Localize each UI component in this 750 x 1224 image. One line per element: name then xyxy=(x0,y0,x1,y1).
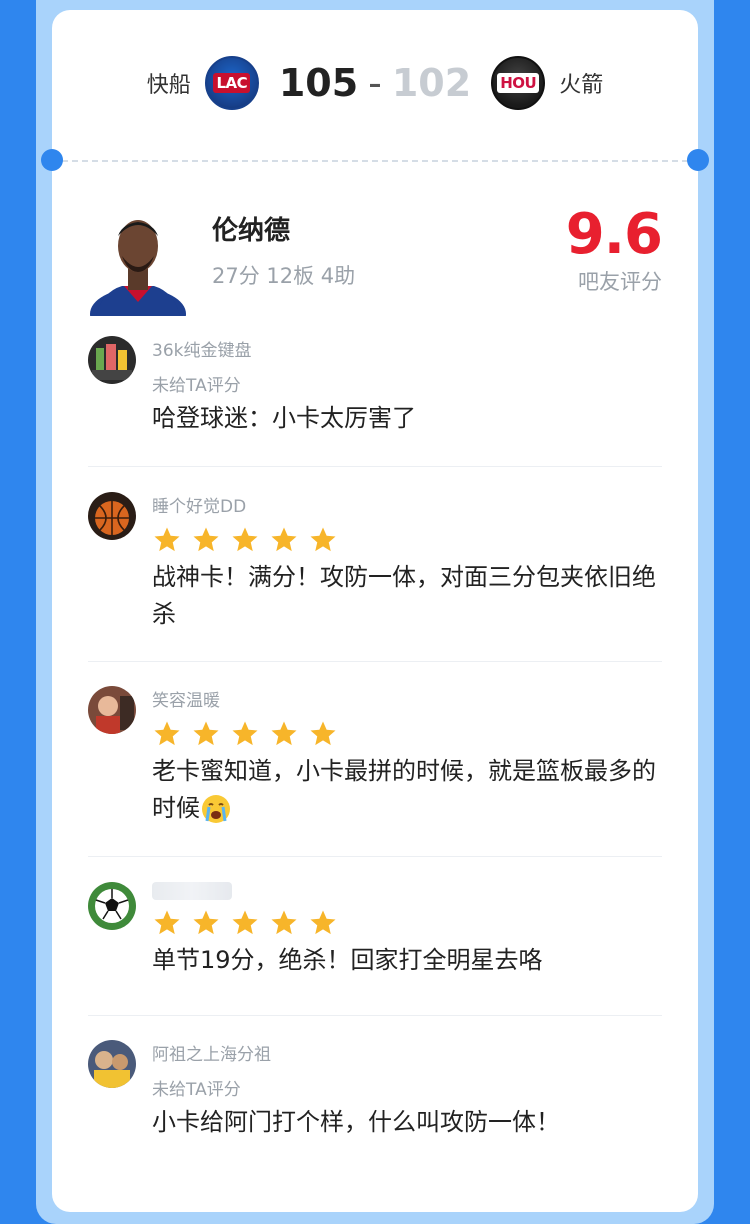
rating-card: 快船 LAC 105 - 102 HOU 火箭 伦纳德 27分 12板 4助 9… xyxy=(52,10,698,1212)
player-photo[interactable] xyxy=(88,206,188,340)
star-icon xyxy=(193,527,219,552)
star-icon xyxy=(193,910,219,935)
star-rating xyxy=(152,908,662,938)
comment-text: 单节19分，绝杀！回家打全明星去咯 xyxy=(152,946,543,974)
star-icon xyxy=(193,721,219,746)
comment-rating-status: 未给TA评分 xyxy=(152,1080,241,1100)
crying-face-icon xyxy=(202,795,230,823)
home-abbr: LAC xyxy=(213,73,251,93)
blurred-username xyxy=(152,882,232,900)
comment-text: 小卡给阿门打个样，什么叫攻防一体！ xyxy=(152,1108,560,1136)
comment-divider xyxy=(88,661,662,662)
lac-logo-icon: LAC xyxy=(204,56,259,110)
star-rating xyxy=(152,525,662,555)
home-score: 105 xyxy=(278,61,359,105)
star-rating xyxy=(152,719,662,749)
away-abbr: HOU xyxy=(497,73,540,93)
away-team-name: 火箭 xyxy=(559,73,604,98)
user-avatar[interactable] xyxy=(88,1040,136,1088)
star-icon xyxy=(154,527,180,552)
comment-username[interactable]: 笑容温暖 xyxy=(152,686,662,711)
comment-username[interactable] xyxy=(152,882,662,900)
player-stats: 27分 12板 4助 xyxy=(212,264,356,288)
ticket-divider xyxy=(52,160,698,162)
star-icon xyxy=(271,721,297,746)
comment-rating-status: 未给TA评分 xyxy=(152,376,241,396)
user-avatar[interactable] xyxy=(88,336,136,384)
star-icon xyxy=(232,527,258,552)
comment-username[interactable]: 睡个好觉DD xyxy=(152,492,662,517)
rating-label: 吧友评分 xyxy=(578,270,662,294)
comment-divider xyxy=(88,856,662,857)
star-icon xyxy=(271,910,297,935)
star-icon xyxy=(154,721,180,746)
ticket-notch-left xyxy=(41,149,63,171)
comment-username[interactable]: 36k纯金键盘 xyxy=(152,336,662,361)
player-name: 伦纳德 xyxy=(212,216,291,246)
star-icon xyxy=(310,721,336,746)
home-team-name: 快船 xyxy=(146,73,191,98)
comment-text: 老卡蜜知道，小卡最拼的时候，就是篮板最多的时候 xyxy=(152,753,662,827)
comment-text: 战神卡！满分！攻防一体，对面三分包夹依旧绝杀 xyxy=(152,563,656,628)
hou-logo-icon: HOU xyxy=(491,56,546,110)
ticket-notch-right xyxy=(687,149,709,171)
star-icon xyxy=(232,721,258,746)
comment-text: 哈登球迷：小卡太厉害了 xyxy=(152,404,416,432)
star-icon xyxy=(271,527,297,552)
star-icon xyxy=(310,527,336,552)
comment-divider xyxy=(88,466,662,467)
star-icon xyxy=(310,910,336,935)
scoreline: 快船 LAC 105 - 102 HOU 火箭 xyxy=(52,56,698,110)
user-avatar[interactable] xyxy=(88,686,136,734)
user-avatar[interactable] xyxy=(88,882,136,930)
score-separator: - xyxy=(368,61,382,105)
comment-divider xyxy=(88,1015,662,1016)
user-avatar[interactable] xyxy=(88,492,136,540)
player-rating: 9.6 xyxy=(565,202,663,267)
away-score: 102 xyxy=(391,61,472,105)
star-icon xyxy=(232,910,258,935)
comment-username[interactable]: 阿祖之上海分祖 xyxy=(152,1040,662,1065)
star-icon xyxy=(154,910,180,935)
